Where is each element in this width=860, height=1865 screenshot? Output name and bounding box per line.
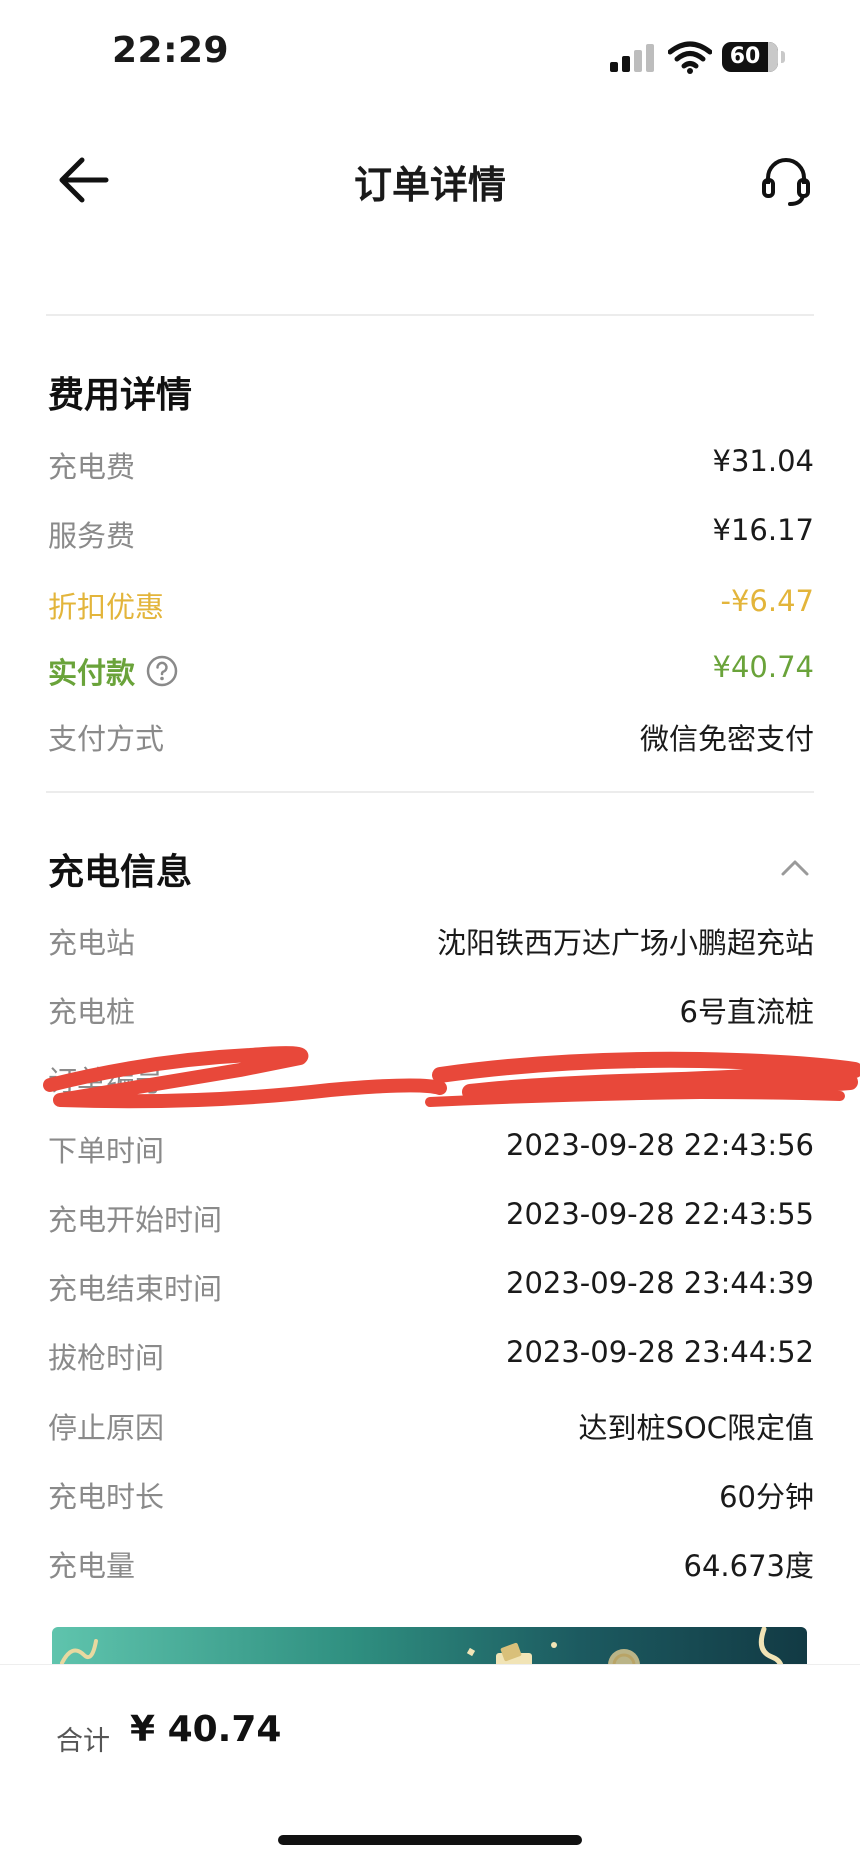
charge-row-order-time: 下单时间 2023-09-28 22:43:56 <box>48 1128 814 1174</box>
total-label: 合计 <box>56 1726 110 1757</box>
charge-value: 6号直流桩 <box>679 995 814 1029</box>
charge-row-pile: 充电桩 6号直流桩 <box>48 989 814 1035</box>
charge-value: 60分钟 <box>719 1480 814 1514</box>
divider <box>46 791 814 793</box>
charge-label: 充电时长 <box>48 1480 165 1514</box>
charge-value: 2023-09-28 23:44:39 <box>506 1266 814 1300</box>
page-title: 订单详情 <box>353 163 506 207</box>
fee-label: 充电费 <box>48 450 136 484</box>
status-time: 22:29 <box>112 30 230 71</box>
charge-label: 下单时间 <box>48 1134 165 1168</box>
charge-value: 64.673度 <box>683 1549 814 1583</box>
charge-label: 充电开始时间 <box>48 1203 223 1237</box>
headset-icon[interactable] <box>758 152 814 208</box>
fee-value: 微信免密支付 <box>639 722 814 756</box>
nav-bar: 订单详情 <box>0 130 860 230</box>
fee-row-paid: 实付款 ¥40.74 <box>48 650 814 696</box>
fee-row-charging: 充电费 ¥31.04 <box>48 444 814 490</box>
chevron-up-icon[interactable] <box>780 857 810 877</box>
fee-row-service: 服务费 ¥16.17 <box>48 513 814 559</box>
charge-row-unplug-time: 拔枪时间 2023-09-28 23:44:52 <box>48 1335 814 1381</box>
status-bar: 22:29 60 <box>0 0 860 110</box>
charge-row-stop-reason: 停止原因 达到桩SOC限定值 <box>48 1405 814 1451</box>
bottom-bar: 合计 ¥ 40.74 <box>0 1664 860 1865</box>
charge-row-start-time: 充电开始时间 2023-09-28 22:43:55 <box>48 1197 814 1243</box>
battery-cap <box>781 51 785 63</box>
charge-section-title: 充电信息 <box>48 852 193 893</box>
fee-value: ¥16.17 <box>712 513 814 547</box>
charge-value: 2023-09-28 22:43:56 <box>506 1128 814 1162</box>
charge-row-energy: 充电量 64.673度 <box>48 1543 814 1589</box>
battery-icon: 60 <box>722 42 778 72</box>
charge-value: 沈阳铁西万达广场小鹏超充站 <box>436 926 814 960</box>
fee-label: 服务费 <box>48 519 136 553</box>
charge-value: 2023-09-28 23:44:52 <box>506 1335 814 1369</box>
charge-label: 拔枪时间 <box>48 1341 165 1375</box>
fee-label: 实付款 <box>48 656 136 690</box>
divider <box>46 314 814 316</box>
wifi-icon <box>668 41 712 74</box>
fee-label: 折扣优惠 <box>48 590 165 624</box>
redaction-scribble <box>43 1046 860 1109</box>
fee-value: ¥31.04 <box>712 444 814 478</box>
charge-value: 达到桩SOC限定值 <box>578 1411 814 1445</box>
charge-value: 2023-09-28 22:43:55 <box>506 1197 814 1231</box>
charge-label: 充电站 <box>48 926 136 960</box>
charge-row-station: 充电站 沈阳铁西万达广场小鹏超充站 <box>48 920 814 966</box>
fee-value: -¥6.47 <box>720 584 815 618</box>
signal-icon <box>610 44 656 72</box>
fee-value: ¥40.74 <box>712 650 814 684</box>
fee-section-title: 费用详情 <box>48 375 193 416</box>
fee-row-payment-method: 支付方式 微信免密支付 <box>48 716 814 762</box>
charge-label: 充电结束时间 <box>48 1272 223 1306</box>
charge-row-end-time: 充电结束时间 2023-09-28 23:44:39 <box>48 1266 814 1312</box>
fee-label: 支付方式 <box>48 722 165 756</box>
charge-label: 充电桩 <box>48 995 136 1029</box>
charge-label: 充电量 <box>48 1549 136 1583</box>
charge-label: 停止原因 <box>48 1411 165 1445</box>
charge-row-duration: 充电时长 60分钟 <box>48 1474 814 1520</box>
battery-level: 60 <box>729 44 761 69</box>
home-indicator[interactable] <box>278 1835 582 1845</box>
fee-row-discount: 折扣优惠 -¥6.47 <box>48 584 814 630</box>
help-icon[interactable] <box>146 655 178 687</box>
total-value: ¥ 40.74 <box>130 1709 282 1750</box>
